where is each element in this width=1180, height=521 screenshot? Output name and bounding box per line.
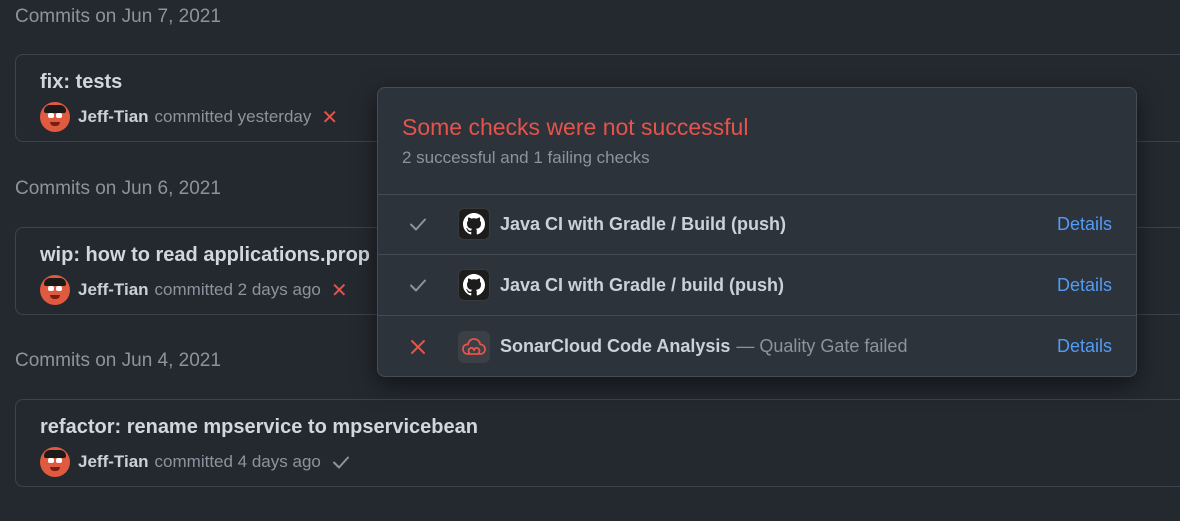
commit-time: committed 2 days ago <box>154 280 321 299</box>
details-link[interactable]: Details <box>1057 214 1112 235</box>
check-name: Java CI with Gradle / Build (push) <box>500 213 787 234</box>
check-name: SonarCloud Code Analysis <box>500 336 731 356</box>
check-row: Java CI with Gradle / Build (push) Detai… <box>378 194 1136 255</box>
date-heading: Commits on Jun 6, 2021 <box>15 178 221 199</box>
failure-x-icon <box>378 338 458 356</box>
failure-x-icon[interactable]: ✕ <box>321 105 338 130</box>
author-link[interactable]: Jeff-Tian <box>78 452 149 472</box>
date-heading: Commits on Jun 7, 2021 <box>15 6 221 27</box>
check-description: — Quality Gate failed <box>736 336 908 356</box>
success-check-icon[interactable] <box>331 452 351 472</box>
github-icon <box>458 208 490 240</box>
author-link[interactable]: Jeff-Tian <box>78 107 149 127</box>
github-icon <box>458 269 490 301</box>
details-link[interactable]: Details <box>1057 275 1112 296</box>
commit-item: refactor: rename mpservice to mpserviceb… <box>15 399 1180 487</box>
commit-time: committed yesterday <box>154 107 312 126</box>
checks-popover: Some checks were not successful 2 succes… <box>377 87 1137 377</box>
details-link[interactable]: Details <box>1057 336 1112 357</box>
commit-meta: Jeff-Tian committed 4 days ago <box>40 447 351 477</box>
date-heading: Commits on Jun 4, 2021 <box>15 350 221 371</box>
success-check-icon <box>378 275 458 295</box>
avatar[interactable] <box>40 102 70 132</box>
author-link[interactable]: Jeff-Tian <box>78 280 149 300</box>
failure-x-icon[interactable]: ✕ <box>331 278 348 303</box>
check-row: Java CI with Gradle / build (push) Detai… <box>378 255 1136 316</box>
check-row: SonarCloud Code Analysis — Quality Gate … <box>378 316 1136 376</box>
success-check-icon <box>378 214 458 234</box>
avatar[interactable] <box>40 275 70 305</box>
avatar[interactable] <box>40 447 70 477</box>
commit-meta: Jeff-Tian committed yesterday ✕ <box>40 102 338 132</box>
popover-title: Some checks were not successful <box>402 114 749 140</box>
check-name: Java CI with Gradle / build (push) <box>500 274 785 295</box>
popover-header: Some checks were not successful 2 succes… <box>378 88 1136 195</box>
commit-meta: Jeff-Tian committed 2 days ago ✕ <box>40 275 348 305</box>
popover-subtitle: 2 successful and 1 failing checks <box>402 148 650 167</box>
commit-message-link[interactable]: refactor: rename mpservice to mpserviceb… <box>40 416 478 439</box>
commit-time: committed 4 days ago <box>154 452 321 471</box>
sonarcloud-icon <box>458 330 490 363</box>
commit-message-link[interactable]: wip: how to read applications.prop <box>40 244 370 267</box>
commit-message-link[interactable]: fix: tests <box>40 71 122 94</box>
